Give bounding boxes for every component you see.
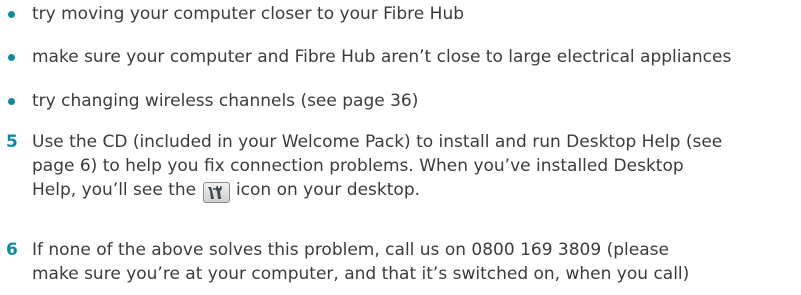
step-line: If none of the above solves this problem… — [32, 240, 669, 260]
desktop-help-tools-icon — [202, 182, 230, 203]
bullet-dot — [8, 11, 15, 18]
step-line: Help, you’ll see the icon on your deskto… — [32, 178, 796, 203]
bullet-item: try changing wireless channels (see page… — [8, 89, 418, 113]
step-line-text: Help, you’ll see the — [32, 180, 197, 200]
step-line: page 6) to help you fix connection probl… — [32, 156, 684, 176]
bullet-dot — [8, 98, 15, 105]
step-6: 6 If none of the above solves this probl… — [6, 238, 796, 286]
step-line: make sure you’re at your computer, and t… — [32, 264, 690, 284]
step-5: 5 Use the CD (included in your Welcome P… — [6, 130, 796, 203]
step-line: Use the CD (included in your Welcome Pac… — [32, 132, 723, 152]
bullet-item: make sure your computer and Fibre Hub ar… — [8, 45, 731, 69]
step-number: 5 — [6, 132, 18, 152]
step-body: If none of the above solves this problem… — [32, 238, 796, 286]
bullet-item: try moving your computer closer to your … — [8, 2, 464, 26]
bullet-text: make sure your computer and Fibre Hub ar… — [32, 47, 732, 67]
bullet-text: try changing wireless channels (see page… — [32, 91, 419, 111]
help-page: try moving your computer closer to your … — [0, 0, 801, 295]
step-body: Use the CD (included in your Welcome Pac… — [32, 130, 796, 203]
step-line-text: icon on your desktop. — [235, 180, 421, 200]
step-number: 6 — [6, 240, 18, 260]
bullet-text: try moving your computer closer to your … — [32, 4, 465, 24]
bullet-dot — [8, 54, 15, 61]
